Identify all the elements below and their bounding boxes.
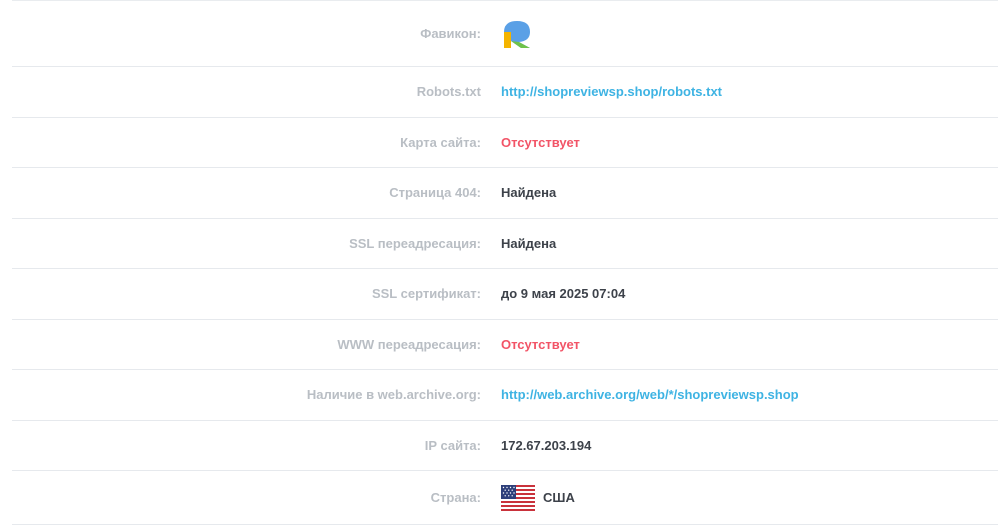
- robots-label: Robots.txt: [416, 84, 481, 100]
- www-redirect-value: Отсутствует: [501, 336, 580, 352]
- row-ssl-redirect: SSL переадресация: Найдена: [12, 217, 998, 269]
- row-www-redirect: WWW переадресация: Отсутствует: [12, 318, 998, 370]
- row-ip: IP сайта: 172.67.203.194: [12, 419, 998, 471]
- ip-label: IP сайта:: [424, 437, 481, 453]
- ip-value: 172.67.203.194: [501, 437, 592, 453]
- archive-label: Наличие в web.archive.org:: [306, 387, 481, 403]
- ssl-redirect-value: Найдена: [501, 235, 557, 251]
- sitemap-label: Карта сайта:: [400, 134, 481, 150]
- row-country: Страна: США: [12, 470, 998, 525]
- archive-value: http://web.archive.org/web/*/shopreviews…: [501, 387, 799, 402]
- sitemap-value: Отсутствует: [501, 134, 580, 150]
- www-redirect-label: WWW переадресация:: [337, 336, 481, 352]
- country-label: Страна:: [430, 490, 481, 505]
- row-404: Страница 404: Найдена: [12, 167, 998, 218]
- robots-link[interactable]: http://shopreviewsp.shop/robots.txt: [501, 84, 722, 99]
- row-robots: Robots.txt http://shopreviewsp.shop/robo…: [12, 66, 998, 117]
- ssl-cert-label: SSL сертификат:: [371, 286, 481, 302]
- r-logo-icon: [504, 20, 530, 48]
- page404-label: Страница 404:: [389, 185, 481, 201]
- row-ssl-cert: SSL сертификат: до 9 мая 2025 07:04: [12, 268, 998, 319]
- row-sitemap: Карта сайта: Отсутствует: [12, 116, 998, 168]
- ssl-redirect-label: SSL переадресация:: [349, 235, 481, 251]
- row-favicon: Фавикон:: [12, 0, 998, 66]
- archive-link[interactable]: http://web.archive.org/web/*/shopreviews…: [501, 387, 799, 402]
- country-name: США: [543, 490, 575, 505]
- favicon-label: Фавикон:: [420, 26, 481, 41]
- site-info-table: Фавикон: Robots.txt http://shopreviewsp.…: [12, 0, 998, 525]
- us-flag-icon: [501, 484, 535, 511]
- page404-value: Найдена: [501, 185, 557, 201]
- robots-value: http://shopreviewsp.shop/robots.txt: [501, 84, 722, 99]
- favicon-value: [501, 18, 533, 50]
- country-value: США: [501, 484, 575, 511]
- row-archive: Наличие в web.archive.org: http://web.ar…: [12, 369, 998, 420]
- ssl-cert-value: до 9 мая 2025 07:04: [501, 286, 626, 302]
